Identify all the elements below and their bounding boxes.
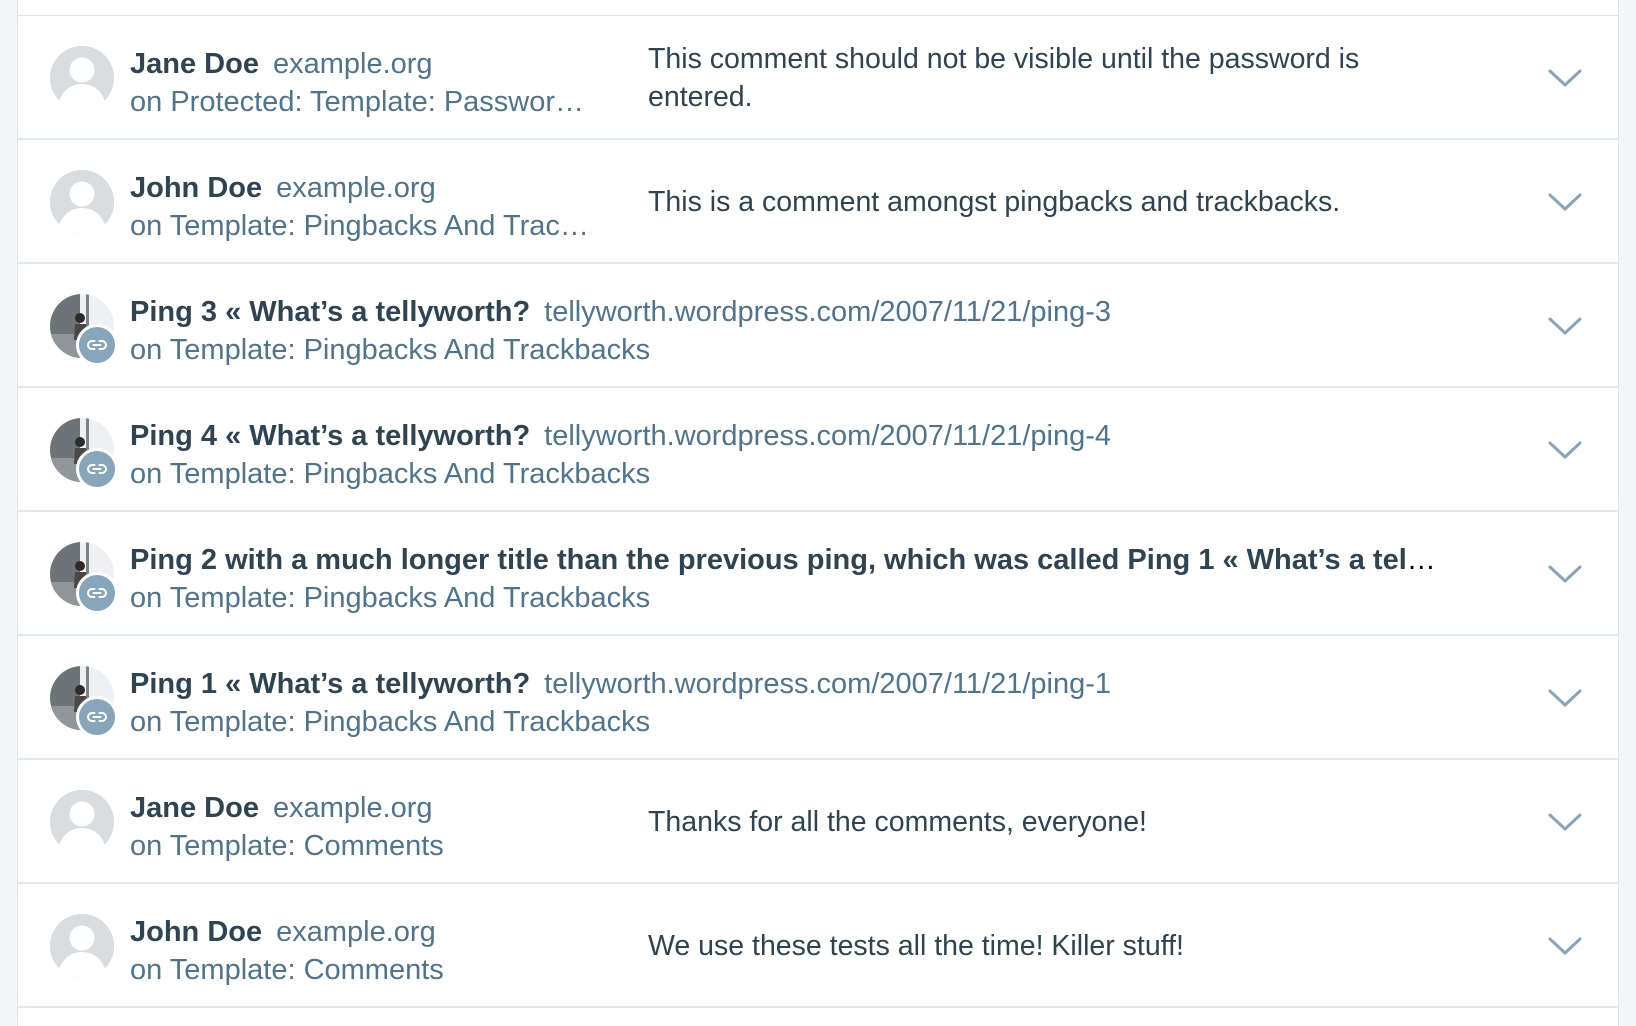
comment-post-link[interactable]: on Template: Pingbacks And Trac…	[130, 206, 610, 246]
comment-row[interactable]: John Doe example.org on Template: Pingback…	[18, 140, 1618, 264]
comment-author-url[interactable]: tellyworth.wordpress.com/2007/11/21/ping…	[544, 668, 1111, 700]
chevron-down-icon[interactable]	[1547, 810, 1583, 834]
comment-author[interactable]: Jane Doe	[130, 792, 259, 824]
chevron-down-icon[interactable]	[1547, 314, 1583, 338]
chevron-down-icon[interactable]	[1547, 686, 1583, 710]
chevron-down-icon[interactable]	[1547, 190, 1583, 214]
comment-content: This is a comment amongst pingbacks and …	[648, 186, 1341, 218]
comment-header: Ping 3 « What’s a tellyworth? tellyworth.…	[130, 292, 1440, 332]
comment-post-link[interactable]: on Protected: Template: Passwor…	[130, 82, 610, 122]
pingback-row[interactable]: Ping 3 « What’s a tellyworth? tellyworth.…	[18, 264, 1618, 388]
comment-list: Jane Doe example.org on Protected: Templat…	[17, 0, 1619, 1026]
comment-header: Jane Doe example.org	[130, 788, 610, 828]
ping-avatar	[50, 418, 118, 490]
comment-author[interactable]: John Doe	[130, 916, 262, 948]
chevron-down-icon[interactable]	[1547, 438, 1583, 462]
link-icon	[76, 572, 118, 614]
comment-content: Thanks for all the comments, everyone!	[648, 806, 1147, 838]
comment-row[interactable]: Jane Doe example.org on Template: Comments…	[18, 760, 1618, 884]
ping-avatar	[50, 294, 118, 366]
comment-author-url[interactable]: example.org	[273, 792, 433, 824]
pingback-row[interactable]: Ping 4 « What’s a tellyworth? tellyworth.…	[18, 388, 1618, 512]
comment-header: John Doe example.org	[130, 912, 610, 952]
default-avatar-icon	[50, 790, 114, 854]
link-icon	[76, 448, 118, 490]
comment-author[interactable]: Ping 2 with a much longer title than the…	[130, 544, 1440, 576]
default-avatar-icon	[50, 46, 114, 110]
comment-author-url[interactable]: example.org	[276, 916, 436, 948]
chevron-down-icon[interactable]	[1547, 562, 1583, 586]
comment-author[interactable]: Ping 3 « What’s a tellyworth?	[130, 296, 530, 328]
comment-post-link[interactable]: on Template: Comments	[130, 950, 610, 990]
comment-author-url[interactable]: tellyworth.wordpress.com/2007/11/21/ping…	[544, 296, 1111, 328]
ping-avatar	[50, 666, 118, 738]
link-icon	[76, 324, 118, 366]
comment-row[interactable]: John Doe example.org on Template: Comments…	[18, 884, 1618, 1008]
comment-header: Ping 4 « What’s a tellyworth? tellyworth.…	[130, 416, 1440, 456]
comment-author-url[interactable]: tellyworth.wordpress.com/2007/11/21/ping…	[544, 420, 1111, 452]
comment-post-link[interactable]: on Template: Pingbacks And Trackbacks	[130, 702, 1440, 742]
comment-content: This comment should not be visible until…	[648, 43, 1360, 113]
comment-header: John Doe example.org	[130, 168, 610, 208]
pingback-row[interactable]: Ping 1 « What’s a tellyworth? tellyworth.…	[18, 636, 1618, 760]
comment-post-link[interactable]: on Template: Pingbacks And Trackbacks	[130, 454, 1440, 494]
comment-row[interactable]: Jane Doe example.org on Protected: Templat…	[18, 16, 1618, 140]
comment-author[interactable]: Ping 4 « What’s a tellyworth?	[130, 420, 530, 452]
chevron-down-icon[interactable]	[1547, 66, 1583, 90]
comment-content: We use these tests all the time! Killer …	[648, 930, 1184, 962]
ping-avatar	[50, 542, 118, 614]
comment-header: Ping 1 « What’s a tellyworth? tellyworth.…	[130, 664, 1440, 704]
link-icon	[76, 696, 118, 738]
comment-author-url[interactable]: example.org	[276, 172, 436, 204]
comment-header: Ping 2 with a much longer title than the…	[130, 540, 1440, 580]
comment-post-link[interactable]: on Template: Pingbacks And Trackbacks	[130, 330, 1440, 370]
comment-author[interactable]: Jane Doe	[130, 48, 259, 80]
pingback-row[interactable]: Ping 2 with a much longer title than the…	[18, 512, 1618, 636]
comment-post-link[interactable]: on Template: Comments	[130, 826, 610, 866]
comment-post-link[interactable]: on Template: Pingbacks And Trackbacks	[130, 578, 1440, 618]
comment-author[interactable]: Ping 1 « What’s a tellyworth?	[130, 668, 530, 700]
default-avatar-icon	[50, 914, 114, 978]
comment-author-url[interactable]: example.org	[273, 48, 433, 80]
chevron-down-icon[interactable]	[1547, 934, 1583, 958]
default-avatar-icon	[50, 170, 114, 234]
comment-author[interactable]: John Doe	[130, 172, 262, 204]
comment-header: Jane Doe example.org	[130, 44, 610, 84]
